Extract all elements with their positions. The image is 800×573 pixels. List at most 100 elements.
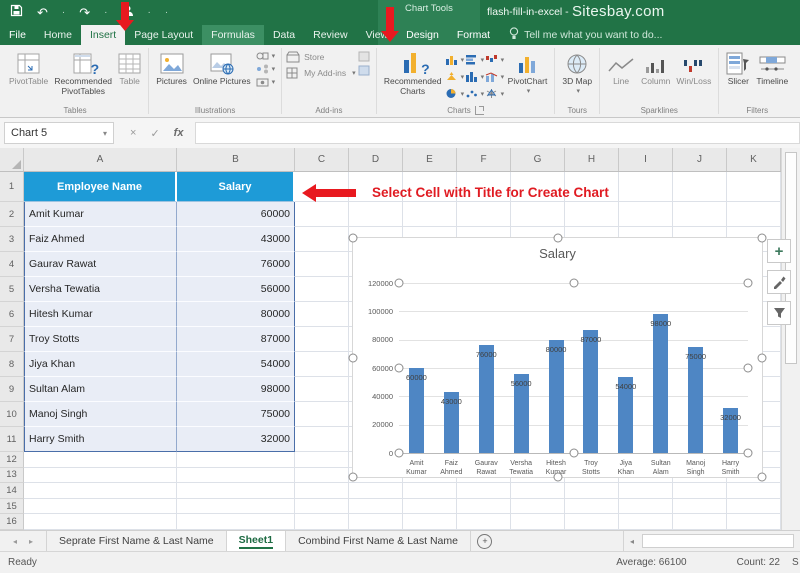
cell-B2[interactable]: 60000 — [177, 202, 295, 227]
cell-D2[interactable] — [349, 202, 403, 227]
cell-G14[interactable] — [511, 483, 565, 499]
cell-A12[interactable] — [24, 452, 177, 468]
my-addins-button[interactable]: My Add-ins — [286, 67, 356, 79]
selection-handle[interactable] — [744, 279, 753, 288]
column-header-B[interactable]: B — [177, 148, 295, 171]
cell-I14[interactable] — [619, 483, 673, 499]
pie-chart-button[interactable] — [445, 85, 465, 102]
cell-A10[interactable]: Manoj Singh — [24, 402, 177, 427]
cell-B9[interactable]: 98000 — [177, 377, 295, 402]
chart-filters-button[interactable] — [767, 301, 791, 325]
row-header-5[interactable]: 5 — [0, 277, 24, 302]
row-header-6[interactable]: 6 — [0, 302, 24, 327]
cell-I16[interactable] — [619, 514, 673, 530]
cell-C6[interactable] — [295, 302, 349, 327]
cell-J15[interactable] — [673, 499, 727, 515]
recommended-charts-button[interactable]: ? Recommended Charts — [381, 48, 445, 96]
cell-G2[interactable] — [511, 202, 565, 227]
column-header-G[interactable]: G — [511, 148, 565, 171]
hscroll-left-icon[interactable] — [623, 531, 640, 551]
cell-G16[interactable] — [511, 514, 565, 530]
cell-A13[interactable] — [24, 468, 177, 484]
next-sheet-icon[interactable] — [29, 537, 33, 546]
cell-B10[interactable]: 75000 — [177, 402, 295, 427]
column-chart-button[interactable] — [445, 51, 465, 68]
tab-page-layout[interactable]: Page Layout — [125, 25, 202, 45]
cell-A2[interactable]: Amit Kumar — [24, 202, 177, 227]
smartart-button[interactable] — [256, 64, 276, 74]
cell-A16[interactable] — [24, 514, 177, 530]
combo-chart-button[interactable] — [485, 68, 505, 85]
cell-J14[interactable] — [673, 483, 727, 499]
chart-bar-5[interactable] — [549, 340, 564, 453]
cell-C7[interactable] — [295, 327, 349, 352]
column-header-C[interactable]: C — [295, 148, 349, 171]
cell-B1[interactable]: Salary — [177, 172, 295, 202]
chart-title[interactable]: Salary — [353, 246, 762, 261]
cell-D15[interactable] — [349, 499, 403, 515]
tab-home[interactable]: Home — [35, 25, 81, 45]
radar-chart-button[interactable] — [485, 85, 505, 102]
cell-G15[interactable] — [511, 499, 565, 515]
tab-file[interactable]: File — [0, 25, 35, 45]
addin-extra-icon-1[interactable] — [358, 51, 370, 62]
cell-E16[interactable] — [403, 514, 457, 530]
dialog-launcher-icon[interactable] — [475, 106, 484, 115]
cell-B11[interactable]: 32000 — [177, 427, 295, 452]
cell-B7[interactable]: 87000 — [177, 327, 295, 352]
cell-A6[interactable]: Hitesh Kumar — [24, 302, 177, 327]
chart-elements-button[interactable]: + — [767, 239, 791, 263]
column-header-K[interactable]: K — [727, 148, 781, 171]
row-header-7[interactable]: 7 — [0, 327, 24, 352]
pivottable-button[interactable]: PivotTable — [6, 48, 51, 87]
cell-H15[interactable] — [565, 499, 619, 515]
row-header-2[interactable]: 2 — [0, 202, 24, 227]
cell-I1[interactable] — [619, 172, 673, 202]
selection-handle[interactable] — [395, 364, 404, 373]
cell-A8[interactable]: Jiya Khan — [24, 352, 177, 377]
vertical-scrollbar[interactable] — [781, 148, 800, 530]
table-button[interactable]: Table — [115, 48, 144, 87]
selection-handle[interactable] — [349, 473, 358, 482]
enter-formula-icon[interactable]: ✓ — [150, 127, 159, 140]
tab-format[interactable]: Format — [448, 25, 499, 45]
cell-B6[interactable]: 80000 — [177, 302, 295, 327]
recommended-pivottables-button[interactable]: ? Recommended PivotTables — [51, 48, 115, 96]
row-header-9[interactable]: 9 — [0, 377, 24, 402]
insert-function-icon[interactable]: fx — [174, 127, 184, 139]
row-header-14[interactable]: 14 — [0, 483, 24, 499]
cell-A14[interactable] — [24, 483, 177, 499]
cell-C4[interactable] — [295, 252, 349, 277]
tab-formulas[interactable]: Formulas — [202, 25, 264, 45]
cell-F2[interactable] — [457, 202, 511, 227]
cell-C2[interactable] — [295, 202, 349, 227]
pivotchart-button[interactable]: PivotChart — [505, 48, 551, 95]
cell-A9[interactable]: Sultan Alam — [24, 377, 177, 402]
cell-C16[interactable] — [295, 514, 349, 530]
pictures-button[interactable]: Pictures — [153, 48, 190, 87]
cell-J16[interactable] — [673, 514, 727, 530]
selection-handle[interactable] — [758, 473, 767, 482]
row-header-15[interactable]: 15 — [0, 499, 24, 515]
slicer-button[interactable]: Slicer — [723, 48, 753, 87]
cell-I15[interactable] — [619, 499, 673, 515]
qat-more-icon[interactable]: · — [165, 7, 168, 18]
selection-handle[interactable] — [744, 449, 753, 458]
cell-A15[interactable] — [24, 499, 177, 515]
embedded-chart[interactable]: Salary 020000400006000080000100000120000… — [352, 237, 763, 478]
shapes-button[interactable] — [256, 51, 276, 61]
cell-A1[interactable]: Employee Name — [24, 172, 177, 202]
cell-H2[interactable] — [565, 202, 619, 227]
hierarchy-chart-button[interactable] — [445, 68, 465, 85]
row-header-16[interactable]: 16 — [0, 514, 24, 530]
cell-C10[interactable] — [295, 402, 349, 427]
selection-handle[interactable] — [349, 354, 358, 363]
chart-bar-6[interactable] — [583, 330, 598, 453]
cell-J1[interactable] — [673, 172, 727, 202]
row-header-1[interactable]: 1 — [0, 172, 24, 202]
addin-extra-icon-2[interactable] — [358, 65, 370, 76]
row-header-11[interactable]: 11 — [0, 427, 24, 452]
chart-bar-3[interactable] — [479, 345, 494, 453]
row-header-12[interactable]: 12 — [0, 452, 24, 468]
redo-caret-icon[interactable]: · — [104, 7, 107, 18]
